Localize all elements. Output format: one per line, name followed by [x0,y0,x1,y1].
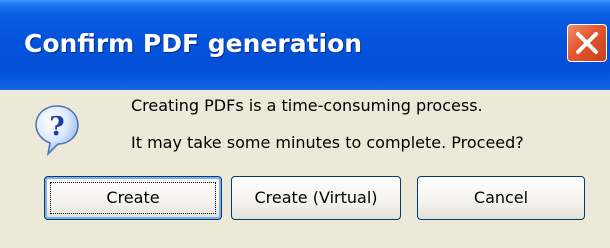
close-button[interactable] [567,24,607,62]
close-icon [576,32,598,54]
question-icon: ? [35,105,79,156]
create-virtual-button-label: Create (Virtual) [254,188,378,207]
confirm-dialog-window: Confirm PDF generation ? Creating PDFs i… [0,0,610,248]
cancel-button[interactable]: Cancel [417,176,585,220]
create-virtual-button[interactable]: Create (Virtual) [231,176,401,220]
create-button-label: Create [106,188,160,207]
svg-text:?: ? [49,112,64,142]
message-line-1: Creating PDFs is a time-consuming proces… [131,96,483,115]
title-bar[interactable]: Confirm PDF generation [0,0,610,90]
message-line-2: It may take some minutes to complete. Pr… [131,133,524,152]
create-button[interactable]: Create [44,176,222,220]
cancel-button-label: Cancel [473,188,529,207]
dialog-title: Confirm PDF generation [24,29,363,58]
